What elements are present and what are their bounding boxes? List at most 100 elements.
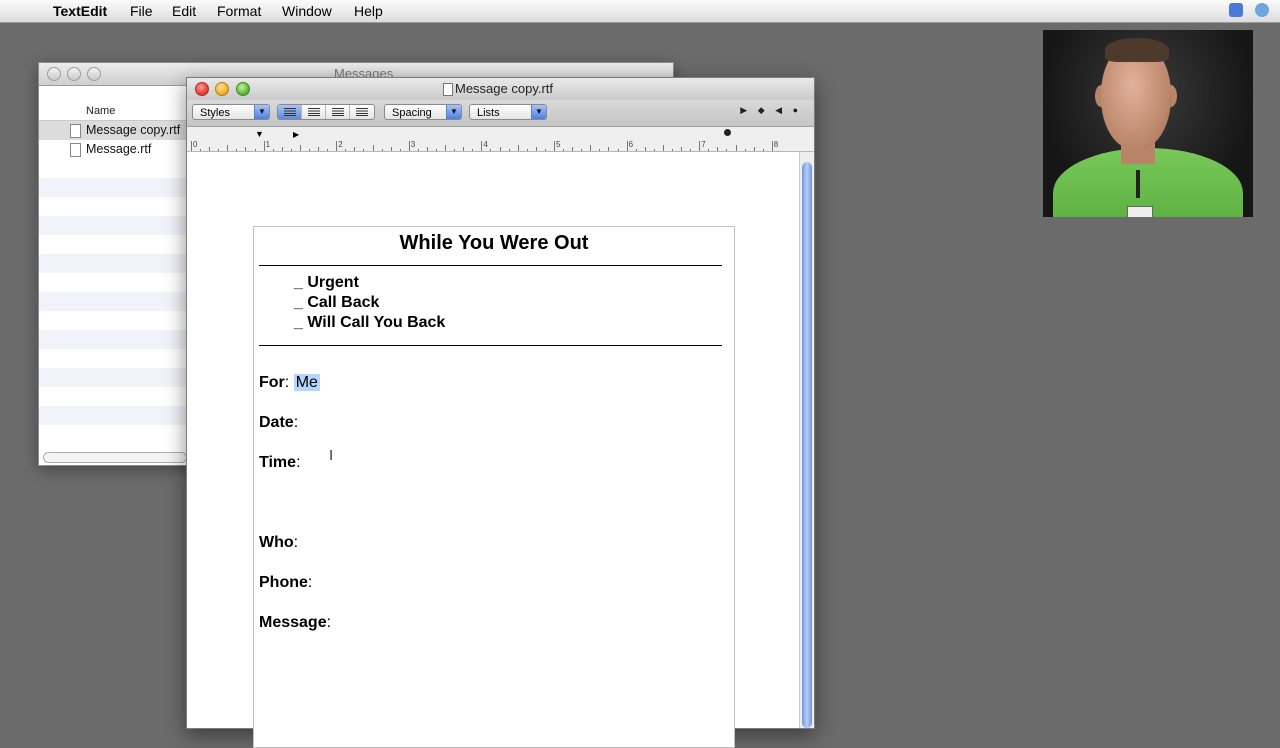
- name-column-header[interactable]: Name: [86, 105, 115, 117]
- ruler-tick: [281, 147, 283, 151]
- minimize-button[interactable]: [67, 67, 81, 81]
- text-area[interactable]: While You Were Out _ Urgent _ Call Back …: [187, 152, 800, 748]
- right-tab-icon[interactable]: ◀: [775, 105, 782, 115]
- message-form-table: While You Were Out _ Urgent _ Call Back …: [253, 226, 735, 748]
- align-center-button[interactable]: [302, 105, 326, 119]
- ruler-tick: [354, 147, 356, 151]
- file-name: Message copy.rtf: [86, 123, 181, 137]
- close-button[interactable]: [195, 82, 209, 96]
- column-header[interactable]: Name: [39, 102, 187, 121]
- ruler-number: 7: [701, 140, 706, 149]
- ruler-tick: [699, 141, 701, 151]
- minimize-button[interactable]: [215, 82, 229, 96]
- ruler-number: 2: [338, 140, 343, 149]
- file-row[interactable]: Message copy.rtf: [39, 121, 187, 140]
- ruler-tick: [399, 149, 401, 151]
- horizontal-scrollbar[interactable]: [43, 452, 187, 463]
- justify-button[interactable]: [326, 105, 350, 119]
- app-menu[interactable]: TextEdit: [53, 3, 107, 19]
- textedit-titlebar[interactable]: Message copy.rtf: [187, 78, 814, 100]
- ruler-tick: [572, 147, 574, 151]
- right-margin-marker-icon[interactable]: [724, 129, 731, 136]
- zoom-button[interactable]: [236, 82, 250, 96]
- will-call-back-option: _ Will Call You Back: [294, 314, 446, 331]
- align-left-button[interactable]: [278, 105, 302, 119]
- ruler-tick: [463, 147, 465, 151]
- ruler-tick: [290, 149, 292, 151]
- ruler-tick: [708, 149, 710, 151]
- left-tab-icon[interactable]: ▶: [740, 105, 747, 115]
- ruler-tick: [408, 141, 410, 151]
- ruler-tick: [544, 149, 546, 151]
- ruler-tick: [363, 149, 365, 151]
- chevron-down-icon: ▼: [446, 105, 461, 119]
- center-tab-icon[interactable]: ◆: [758, 105, 765, 115]
- field-separator: :: [326, 614, 332, 631]
- row-stripe: [39, 292, 187, 311]
- ruler-tick: [472, 149, 474, 151]
- menu-edit[interactable]: Edit: [172, 3, 196, 19]
- ruler-number: 3: [410, 140, 416, 149]
- ruler-tick: [581, 149, 583, 151]
- date-label: Date: [259, 414, 294, 431]
- vertical-scrollbar[interactable]: [799, 152, 814, 728]
- ruler-tick: [426, 147, 428, 151]
- urgent-option: _ Urgent: [294, 274, 359, 291]
- zoom-button[interactable]: [87, 67, 101, 81]
- field-separator: :: [293, 534, 299, 551]
- menu-file[interactable]: File: [130, 3, 153, 19]
- presenter-hair: [1105, 38, 1169, 62]
- row-stripe: [39, 254, 187, 273]
- textedit-window: Message copy.rtf Styles ▼ Spacing ▼ List…: [186, 77, 815, 748]
- row-stripe: [39, 406, 187, 425]
- decimal-tab-icon[interactable]: ●: [793, 105, 798, 115]
- ruler-tick: [617, 149, 619, 151]
- phone-label: Phone: [259, 574, 308, 591]
- divider: [259, 345, 722, 346]
- rtf-document-icon: [70, 124, 81, 138]
- field-separator: :: [296, 454, 301, 471]
- lists-popup[interactable]: Lists ▼: [469, 104, 547, 120]
- ruler-tick: [735, 145, 737, 151]
- document-proxy-icon[interactable]: [443, 83, 453, 96]
- menu-help[interactable]: Help: [354, 3, 383, 19]
- align-right-button[interactable]: [350, 105, 374, 119]
- ruler[interactable]: ▼ ▶ 0 1 2 3 4 5 6 7 8: [187, 127, 814, 152]
- scroll-thumb[interactable]: [802, 162, 812, 728]
- ruler-tick: [563, 149, 565, 151]
- spacing-popup[interactable]: Spacing ▼: [384, 104, 462, 120]
- file-name: Message.rtf: [86, 142, 152, 156]
- text-cursor-icon: I: [329, 447, 334, 464]
- ruler-tick: [608, 147, 610, 151]
- first-line-indent-marker-icon[interactable]: ▼: [255, 129, 264, 139]
- ruler-tick: [318, 147, 320, 151]
- ruler-tick: [336, 141, 338, 151]
- ruler-number: 4: [483, 140, 488, 149]
- ruler-tick: [272, 149, 274, 151]
- ruler-number: 5: [556, 140, 561, 149]
- for-label: For: [259, 374, 285, 391]
- tab-stop-marker-icon[interactable]: ▶: [293, 130, 299, 139]
- ruler-tick: [554, 141, 555, 151]
- screen-sharing-icon[interactable]: [1229, 3, 1243, 17]
- chevron-down-icon: ▼: [531, 105, 546, 119]
- styles-popup[interactable]: Styles ▼: [192, 104, 270, 120]
- ruler-number: 8: [773, 140, 779, 149]
- who-label: Who: [259, 534, 294, 551]
- window-title: Message copy.rtf: [455, 81, 554, 96]
- ruler-tick: [726, 149, 728, 151]
- ruler-tick: [771, 141, 773, 151]
- close-button[interactable]: [47, 67, 61, 81]
- menu-window[interactable]: Window: [282, 3, 332, 19]
- ruler-tick: [590, 145, 592, 151]
- who-field: Who:: [259, 534, 298, 552]
- file-row[interactable]: Message.rtf: [39, 140, 187, 159]
- ruler-tick: [191, 141, 192, 151]
- spotlight-icon[interactable]: [1255, 3, 1269, 17]
- menu-format[interactable]: Format: [217, 3, 261, 19]
- selected-text[interactable]: Me: [293, 374, 320, 391]
- spacing-label: Spacing: [392, 107, 432, 119]
- format-toolbar: Styles ▼ Spacing ▼ Lists ▼ ▶ ◆ ◀ ●: [187, 100, 814, 127]
- rtf-document-icon: [70, 143, 81, 157]
- ruler-tick: [517, 145, 519, 151]
